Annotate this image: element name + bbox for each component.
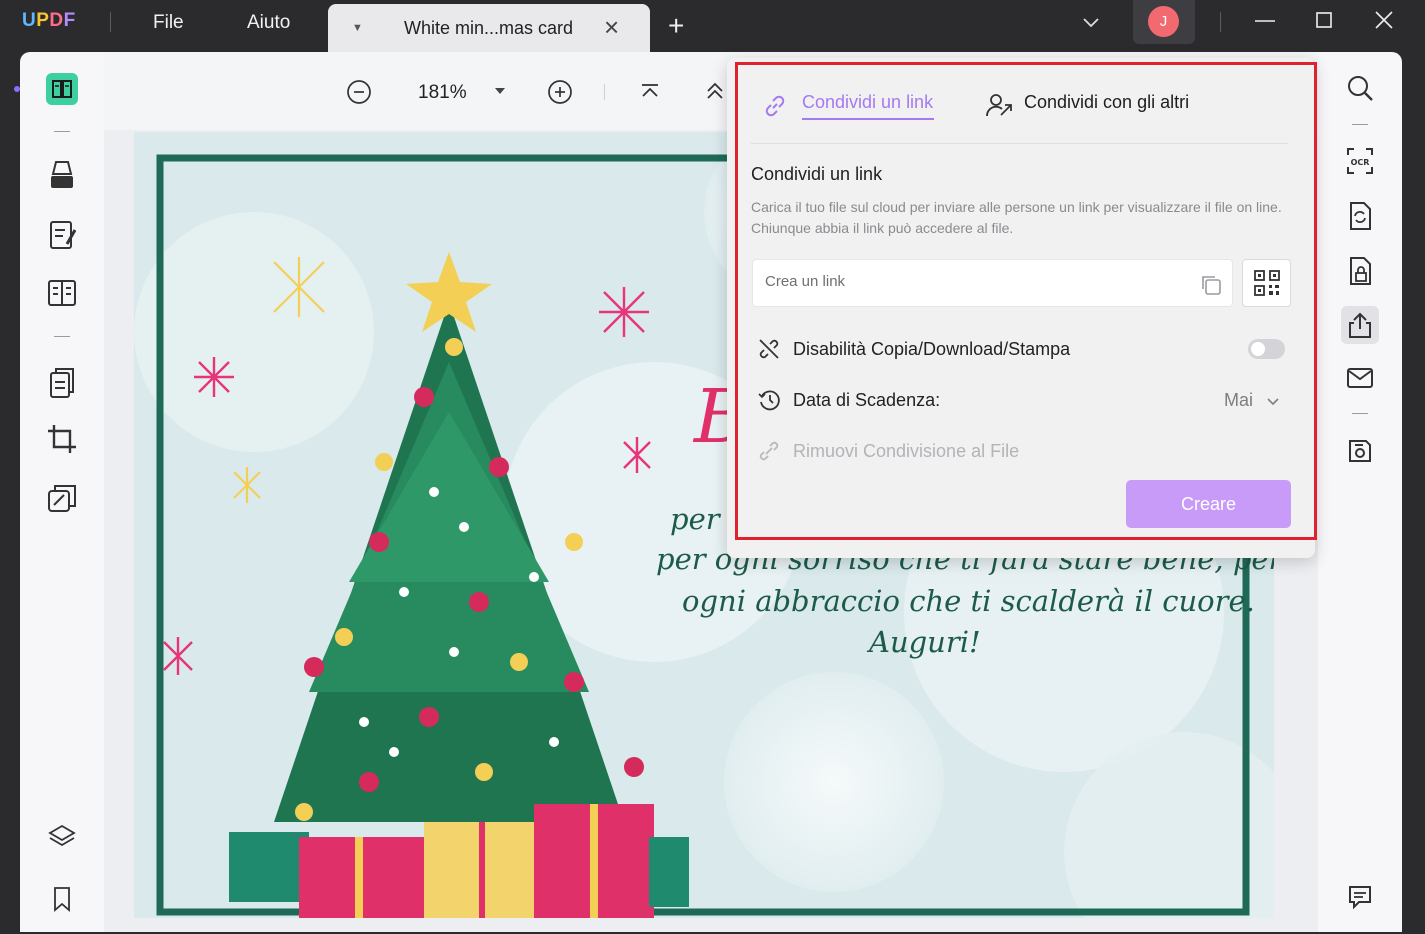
link-icon (765, 95, 785, 117)
section-title: Condividi un link (751, 164, 883, 184)
chevron-down-icon[interactable] (1266, 394, 1280, 408)
save-button[interactable] (1341, 432, 1379, 470)
title-separator (110, 12, 111, 32)
tab-title: White min...mas card (404, 18, 574, 38)
toolbar-separator (604, 84, 605, 100)
title-separator (1220, 12, 1221, 32)
lock-file-icon (1350, 257, 1371, 285)
sidebar-separator (1352, 124, 1368, 125)
link-field (752, 259, 1233, 307)
qr-code-button[interactable] (1242, 259, 1291, 307)
popup-divider (751, 143, 1288, 144)
crop-tool-button[interactable] (43, 420, 81, 458)
share-description: Carica il tuo file sul cloud per inviare… (751, 199, 1282, 236)
zoom-level[interactable]: 181% (418, 82, 467, 104)
previous-page-icon[interactable] (703, 80, 727, 104)
remove-share-label: Rimuovi Condivisione al File (793, 441, 1020, 461)
organize-pages-button[interactable] (43, 364, 81, 402)
save-icon (1349, 440, 1371, 462)
active-tab-indicator (802, 118, 934, 120)
highlighter-icon (51, 161, 73, 188)
ocr-button[interactable]: OCR (1341, 142, 1379, 180)
sidebar-separator (54, 336, 70, 337)
layers-icon (48, 824, 76, 847)
form-icon (48, 280, 76, 306)
sidebar-separator (54, 131, 70, 132)
expiry-date-select[interactable]: Mai (1224, 390, 1253, 411)
share-with-people-icon (986, 94, 1012, 117)
zoom-dropdown-icon[interactable] (494, 86, 506, 96)
toggle-knob (1251, 342, 1265, 356)
reader-mode-button[interactable] (43, 70, 81, 108)
bookmark-button[interactable] (43, 880, 81, 918)
bookmark-icon (54, 887, 70, 912)
comment-icon (1349, 886, 1371, 910)
edit-tool-button[interactable] (43, 216, 81, 254)
qr-code-icon (1253, 270, 1280, 296)
mail-icon (1347, 368, 1373, 388)
expiry-clock-icon (758, 390, 780, 411)
tab-share-link[interactable]: Condividi un link (802, 92, 933, 113)
convert-button[interactable] (1341, 197, 1379, 235)
comments-panel-button[interactable] (1341, 878, 1379, 916)
link-input[interactable] (765, 273, 1185, 290)
ocr-icon: OCR (1347, 148, 1373, 174)
tab-close-icon[interactable]: × (604, 12, 619, 43)
search-button[interactable] (1341, 69, 1379, 107)
avatar: J (1148, 6, 1179, 37)
left-toolbar (20, 52, 104, 932)
svg-text:OCR: OCR (1351, 158, 1370, 167)
chevron-down-icon[interactable] (1080, 11, 1102, 33)
tab-share-with-others[interactable]: Condividi con gli altri (1024, 92, 1189, 113)
minimize-icon[interactable] (1253, 8, 1277, 32)
form-tool-button[interactable] (43, 274, 81, 312)
stack-icon (48, 485, 76, 512)
expiry-date-label: Data di Scadenza: (793, 390, 941, 410)
search-icon (1348, 76, 1373, 101)
convert-icon (1350, 202, 1371, 230)
pages-icon (50, 368, 74, 398)
layers-button[interactable] (43, 818, 81, 856)
menu-file[interactable]: File (153, 12, 184, 34)
comment-tool-button[interactable] (43, 156, 81, 194)
menu-help[interactable]: Aiuto (247, 12, 290, 34)
reader-icon (46, 73, 78, 105)
title-bar: UPDF File Aiuto ▼ White min...mas card ×… (0, 0, 1425, 52)
zoom-out-icon[interactable] (346, 79, 372, 105)
protect-button[interactable] (1341, 252, 1379, 290)
close-window-icon[interactable] (1372, 8, 1396, 32)
create-link-button[interactable]: Creare (1126, 480, 1291, 528)
new-tab-button[interactable]: + (668, 10, 684, 42)
tab-dropdown-icon[interactable]: ▼ (352, 22, 363, 34)
card-text-line-3: ogni abbraccio che ti scalderà il cuore. (682, 584, 1255, 618)
sidebar-separator (1352, 413, 1368, 414)
share-button[interactable] (1341, 306, 1379, 344)
remove-share-icon (759, 441, 779, 461)
edit-pdf-icon (50, 221, 77, 249)
crop-icon (48, 425, 76, 453)
updf-logo[interactable]: UPDF (22, 10, 76, 32)
document-tab[interactable]: ▼ White min...mas card × (328, 4, 650, 52)
batch-tool-button[interactable] (43, 480, 81, 518)
disable-permissions-toggle[interactable] (1248, 339, 1285, 359)
email-button[interactable] (1341, 359, 1379, 397)
share-icon (1349, 312, 1371, 338)
card-text-line-4: Auguri! (869, 625, 981, 659)
first-page-icon[interactable] (638, 80, 662, 104)
maximize-icon[interactable] (1313, 8, 1337, 32)
zoom-in-icon[interactable] (547, 79, 573, 105)
disable-copy-download-print-label: Disabilità Copia/Download/Stampa (793, 339, 1071, 359)
copy-icon[interactable] (1199, 273, 1223, 297)
right-toolbar: OCR (1318, 52, 1402, 932)
disable-permissions-icon (759, 339, 779, 359)
account-button[interactable]: J (1133, 0, 1195, 44)
